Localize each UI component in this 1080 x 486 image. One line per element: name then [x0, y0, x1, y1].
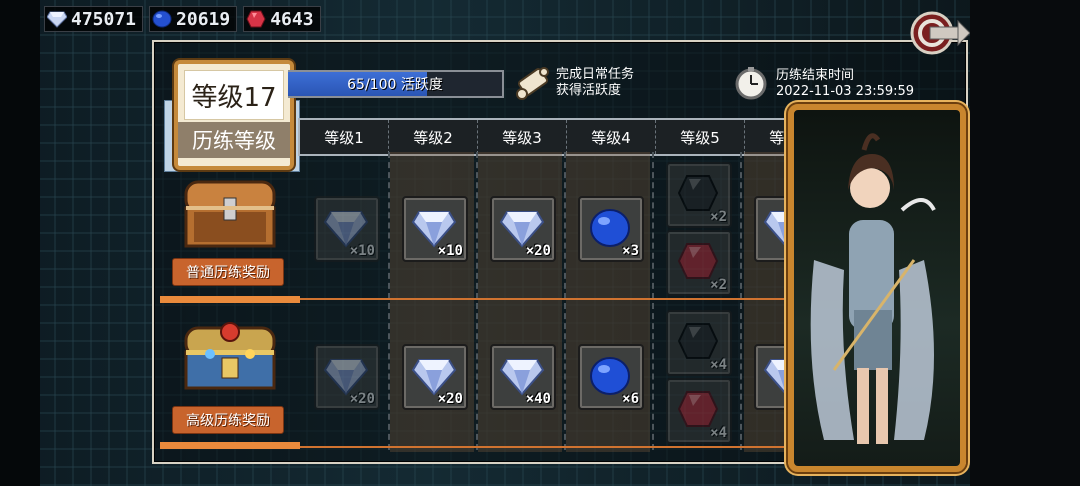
daily-task-hint: 完成日常任务 获得活跃度 — [556, 67, 634, 99]
clock-icon — [735, 67, 767, 100]
currency-ruby: 4643 — [243, 6, 321, 32]
advanced-chest-icon[interactable] — [180, 314, 280, 392]
normal-reward-item-4[interactable]: ×3 — [578, 196, 644, 262]
row-separator-bottom — [300, 446, 798, 448]
advanced-reward-count-3: ×40 — [525, 391, 551, 407]
normal-reward-item-1[interactable]: ×10 — [314, 196, 380, 262]
screen-edge-right — [970, 0, 1080, 486]
row-separator-left-bottom — [160, 442, 300, 449]
row-separator-left — [160, 296, 300, 303]
currency-sapphire: 20619 — [149, 6, 238, 32]
end-time-block: 历练结束时间 2022-11-03 23:59:59 — [776, 68, 914, 100]
daily-task-hint-line2: 获得活跃度 — [556, 83, 622, 98]
currency-sapphire-value: 20619 — [176, 8, 231, 30]
advanced-reward-item-2[interactable]: ×20 — [402, 344, 468, 410]
level-badge: 等级17 历练等级 — [174, 60, 294, 170]
column-divider — [476, 152, 478, 450]
row-separator — [300, 298, 798, 300]
level-header-row[interactable]: 等级1 等级2 等级3 等级4 等级5 等级6 — [298, 118, 802, 156]
advanced-reward-item-5[interactable]: ×4 — [666, 310, 732, 376]
normal-reward-count-2: ×10 — [437, 243, 463, 259]
scroll-icon — [516, 67, 549, 100]
normal-reward-count-4: ×3 — [622, 243, 639, 259]
advanced-reward-count-2: ×20 — [437, 391, 463, 407]
level-header-5: 等级5 — [656, 120, 745, 154]
column-divider — [564, 152, 566, 450]
advanced-reward-item-5b[interactable]: ×4 — [666, 378, 732, 444]
advanced-reward-item-4[interactable]: ×6 — [578, 344, 644, 410]
advanced-reward-count-1: ×20 — [349, 391, 375, 407]
normal-reward-count-1: ×10 — [349, 243, 375, 259]
column-divider — [740, 152, 742, 450]
advanced-reward-item-3[interactable]: ×40 — [490, 344, 556, 410]
normal-reward-item-5[interactable]: ×2 — [666, 162, 732, 228]
level-title: 历练等级 — [178, 122, 290, 158]
ruby-gem-icon — [246, 10, 266, 28]
character-illustration — [810, 133, 936, 444]
normal-reward-count-5b: ×2 — [710, 277, 727, 293]
level-header-3: 等级3 — [478, 120, 567, 154]
normal-reward-count-3: ×20 — [525, 243, 551, 259]
advanced-reward-item-1[interactable]: ×20 — [314, 344, 380, 410]
normal-reward-label: 普通历练奖励 — [172, 258, 284, 286]
level-header-4: 等级4 — [567, 120, 656, 154]
end-time-label: 历练结束时间 — [776, 68, 855, 83]
normal-reward-item-3[interactable]: ×20 — [490, 196, 556, 262]
daily-task-hint-line1: 完成日常任务 — [556, 67, 635, 82]
normal-chest-icon[interactable] — [180, 172, 280, 250]
screen-edge-left — [0, 0, 40, 486]
activity-progress-text: 65/100 活跃度 — [347, 77, 443, 93]
exit-button[interactable] — [908, 10, 970, 56]
advanced-reward-count-5b: ×4 — [710, 425, 727, 441]
currency-diamond: 475071 — [44, 6, 144, 32]
diamond-gem-icon — [47, 11, 67, 28]
advanced-reward-label: 高级历练奖励 — [172, 406, 284, 434]
column-divider — [652, 152, 654, 450]
level-header-1: 等级1 — [300, 120, 389, 154]
normal-reward-count-5: ×2 — [710, 209, 727, 225]
normal-reward-item-5b[interactable]: ×2 — [666, 230, 732, 296]
advanced-reward-count-4: ×6 — [622, 391, 639, 407]
normal-reward-item-2[interactable]: ×10 — [402, 196, 468, 262]
end-time-value: 2022-11-03 23:59:59 — [776, 84, 915, 99]
character-portrait — [788, 104, 966, 472]
advanced-reward-count-5: ×4 — [710, 357, 727, 373]
sapphire-gem-icon — [152, 10, 172, 28]
currency-diamond-value: 475071 — [71, 8, 137, 30]
level-header-2: 等级2 — [389, 120, 478, 154]
currency-bar: 475071 20619 4643 — [44, 6, 321, 32]
current-level: 等级17 — [184, 70, 284, 120]
column-divider — [388, 152, 390, 450]
activity-progress-bar: 65/100 活跃度 — [288, 70, 504, 98]
currency-ruby-value: 4643 — [270, 8, 314, 30]
